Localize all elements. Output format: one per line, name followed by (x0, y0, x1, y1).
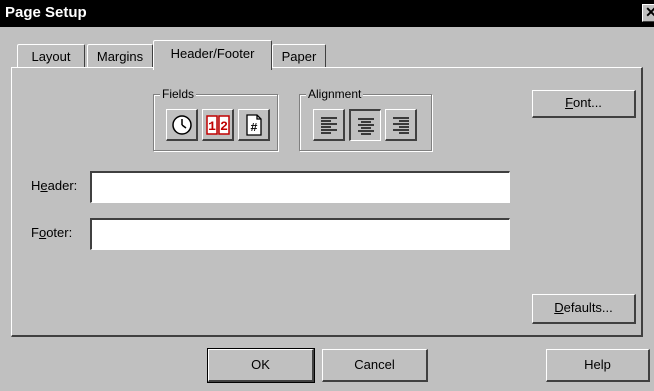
svg-text:1: 1 (208, 119, 216, 134)
close-button[interactable]: ✕ (642, 4, 654, 22)
header-input[interactable] (90, 171, 510, 203)
footer-label-prefix: F (31, 225, 39, 240)
defaults-button[interactable]: Defaults... (532, 294, 636, 324)
close-icon: ✕ (645, 4, 654, 20)
tab-header-footer[interactable]: Header/Footer (153, 40, 272, 70)
alignment-group: Alignment (299, 87, 432, 151)
align-left-button[interactable] (313, 109, 345, 141)
svg-text:2: 2 (220, 119, 228, 134)
header-label-prefix: H (31, 178, 41, 193)
ok-button[interactable]: OK (207, 348, 315, 383)
ok-button-label: OK (251, 357, 270, 372)
footer-label-rest: oter: (46, 225, 73, 240)
footer-input[interactable] (90, 218, 510, 250)
header-label-rest: ader: (47, 178, 78, 193)
align-right-button[interactable] (385, 109, 417, 141)
cancel-button-label: Cancel (354, 357, 395, 372)
cancel-button[interactable]: Cancel (322, 349, 428, 382)
tab-margins-label: Margins (96, 49, 144, 64)
page-number-icon: 1 2 (205, 114, 230, 135)
align-center-button[interactable] (349, 109, 381, 141)
font-button[interactable]: Font... (532, 90, 636, 118)
fields-group-label: Fields (160, 87, 197, 101)
insert-time-button[interactable] (166, 109, 198, 141)
help-button-label: Help (584, 357, 611, 372)
svg-text:#: # (250, 121, 257, 135)
font-button-label: ont... (573, 95, 602, 110)
tab-layout-label: Layout (31, 49, 71, 64)
tab-header-footer-label: Header/Footer (170, 46, 255, 61)
align-right-icon (392, 116, 409, 134)
title-bar: Page Setup ✕ (0, 0, 654, 27)
clock-icon (171, 114, 192, 135)
page-count-icon: # (245, 113, 262, 136)
tab-margins[interactable]: Margins (87, 44, 153, 68)
header-label: Header: (31, 178, 77, 193)
defaults-button-label: efaults... (563, 300, 613, 315)
font-button-accel: F (565, 95, 574, 110)
tab-layout[interactable]: Layout (17, 44, 85, 68)
help-button[interactable]: Help (546, 349, 650, 382)
page-setup-dialog: Page Setup ✕ Layout Margins Header/Foote… (0, 0, 654, 391)
defaults-button-accel: D (554, 300, 564, 315)
dialog-title: Page Setup (5, 4, 87, 21)
insert-page-number-button[interactable]: 1 2 (202, 109, 234, 141)
footer-label: Footer: (31, 225, 72, 240)
tab-paper-label: Paper (281, 49, 317, 64)
fields-group: Fields 1 2 # (153, 87, 278, 151)
alignment-group-label: Alignment (306, 87, 364, 101)
align-center-icon (357, 117, 374, 135)
tab-paper[interactable]: Paper (272, 44, 326, 68)
align-left-icon (320, 116, 337, 134)
header-label-accel: e (40, 178, 48, 193)
insert-page-count-button[interactable]: # (238, 109, 270, 141)
